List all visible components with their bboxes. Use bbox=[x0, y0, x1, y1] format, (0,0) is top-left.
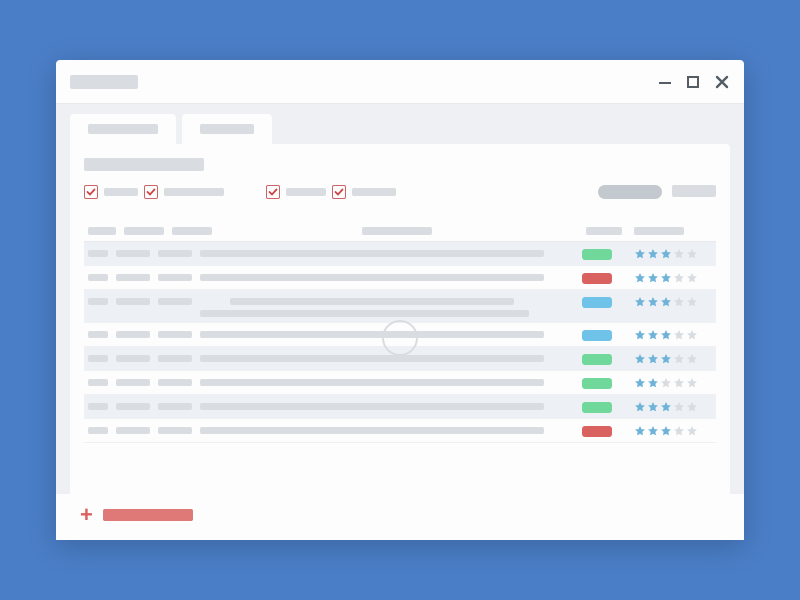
primary-action-button[interactable] bbox=[598, 185, 662, 199]
row-cell bbox=[158, 403, 192, 410]
maximize-icon[interactable] bbox=[686, 75, 700, 89]
rating-stars[interactable] bbox=[634, 377, 712, 389]
rating-stars[interactable] bbox=[634, 248, 712, 260]
rating-stars[interactable] bbox=[634, 401, 712, 413]
row-cell bbox=[116, 274, 150, 281]
status-badge bbox=[582, 354, 612, 365]
column-header[interactable] bbox=[88, 227, 116, 235]
row-cell bbox=[88, 427, 108, 434]
column-header[interactable] bbox=[586, 227, 622, 235]
filter-label-2 bbox=[164, 188, 224, 196]
status-badge bbox=[582, 426, 612, 437]
table-row[interactable] bbox=[84, 290, 716, 323]
row-description bbox=[200, 403, 544, 410]
app-window: + bbox=[56, 60, 744, 540]
row-description bbox=[200, 274, 544, 281]
panel-title bbox=[84, 158, 204, 171]
table-row[interactable] bbox=[84, 395, 716, 419]
row-cell bbox=[158, 379, 192, 386]
content-area bbox=[56, 104, 744, 494]
filter-checkbox-1[interactable] bbox=[84, 185, 98, 199]
row-cell bbox=[116, 427, 150, 434]
row-cell bbox=[116, 379, 150, 386]
row-description bbox=[200, 250, 544, 257]
row-cell bbox=[88, 274, 108, 281]
table-row[interactable] bbox=[84, 371, 716, 395]
row-cell bbox=[88, 250, 108, 257]
table-row[interactable] bbox=[84, 266, 716, 290]
status-badge bbox=[582, 297, 612, 308]
table-body bbox=[84, 242, 716, 494]
window-controls bbox=[658, 74, 730, 90]
add-row-button[interactable]: + bbox=[56, 494, 744, 540]
tab-bar bbox=[70, 114, 730, 144]
row-cell bbox=[88, 355, 108, 362]
filter-row bbox=[84, 185, 716, 199]
filter-checkbox-2[interactable] bbox=[144, 185, 158, 199]
rating-stars[interactable] bbox=[634, 329, 712, 341]
panel-header bbox=[84, 158, 716, 199]
column-header[interactable] bbox=[634, 227, 684, 235]
row-cell bbox=[116, 331, 150, 338]
filter-checkbox-4[interactable] bbox=[332, 185, 346, 199]
row-description bbox=[200, 331, 544, 338]
status-badge bbox=[582, 330, 612, 341]
status-badge bbox=[582, 402, 612, 413]
status-badge bbox=[582, 249, 612, 260]
window-title bbox=[70, 75, 138, 89]
table-row[interactable] bbox=[84, 323, 716, 347]
column-header[interactable] bbox=[124, 227, 164, 235]
row-description bbox=[200, 427, 544, 434]
table-header bbox=[84, 221, 716, 242]
secondary-action-button[interactable] bbox=[672, 185, 716, 197]
table-row[interactable] bbox=[84, 419, 716, 443]
titlebar bbox=[56, 60, 744, 104]
plus-icon: + bbox=[80, 504, 93, 526]
row-cell bbox=[116, 403, 150, 410]
row-description bbox=[200, 379, 544, 386]
status-badge bbox=[582, 378, 612, 389]
row-description bbox=[230, 298, 514, 305]
row-cell bbox=[88, 298, 108, 305]
row-cell bbox=[88, 379, 108, 386]
table-row[interactable] bbox=[84, 347, 716, 371]
filter-label-4 bbox=[352, 188, 396, 196]
row-description bbox=[200, 310, 529, 317]
row-cell bbox=[158, 331, 192, 338]
row-cell bbox=[158, 355, 192, 362]
row-cell bbox=[158, 427, 192, 434]
main-panel bbox=[70, 144, 730, 494]
filter-label-3 bbox=[286, 188, 326, 196]
row-cell bbox=[116, 355, 150, 362]
add-row-label bbox=[103, 509, 193, 521]
filter-checkbox-3[interactable] bbox=[266, 185, 280, 199]
column-header[interactable] bbox=[362, 227, 432, 235]
rating-stars[interactable] bbox=[634, 425, 712, 437]
rating-stars[interactable] bbox=[634, 296, 712, 308]
row-cell bbox=[116, 250, 150, 257]
row-cell bbox=[158, 298, 192, 305]
data-table bbox=[84, 221, 716, 494]
rating-stars[interactable] bbox=[634, 272, 712, 284]
status-badge bbox=[582, 273, 612, 284]
close-icon[interactable] bbox=[714, 74, 730, 90]
row-cell bbox=[88, 331, 108, 338]
minimize-icon[interactable] bbox=[658, 75, 672, 89]
column-header[interactable] bbox=[172, 227, 212, 235]
filter-label-1 bbox=[104, 188, 138, 196]
row-cell bbox=[88, 403, 108, 410]
row-cell bbox=[116, 298, 150, 305]
row-description bbox=[200, 355, 544, 362]
row-cell bbox=[158, 274, 192, 281]
tab-1[interactable] bbox=[70, 114, 176, 144]
table-row[interactable] bbox=[84, 242, 716, 266]
row-cell bbox=[158, 250, 192, 257]
rating-stars[interactable] bbox=[634, 353, 712, 365]
tab-2[interactable] bbox=[182, 114, 272, 144]
